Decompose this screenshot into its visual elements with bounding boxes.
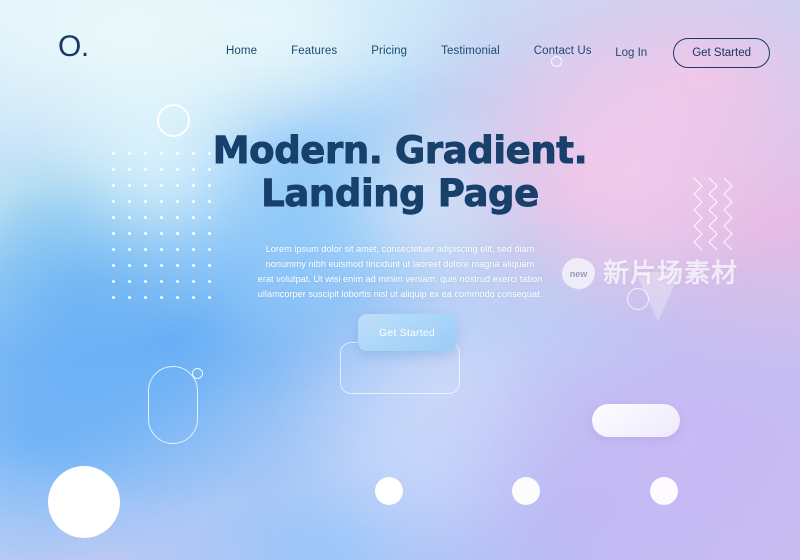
brand-logo[interactable]: O. [58,32,89,62]
hero-section: Modern. Gradient. Landing Page Lorem ips… [0,129,800,301]
gradient-blob-lavender [520,300,800,560]
circle-small-decoration-2 [512,477,540,505]
nav-item-pricing[interactable]: Pricing [371,45,407,57]
circle-outline-icon-nav [551,56,562,67]
login-link[interactable]: Log In [615,47,647,59]
nav-links: Home Features Pricing Testimonial Contac… [226,45,592,57]
page-title: Modern. Gradient. Landing Page [0,129,800,216]
headline-line-1: Modern. Gradient. [212,129,588,173]
oval-outline-decoration [148,366,198,444]
get-started-button-nav[interactable]: Get Started [673,38,770,68]
nav-item-testimonial[interactable]: Testimonial [441,45,500,57]
hero-cta-group: Get Started [340,310,470,400]
circle-large-decoration [48,466,120,538]
circle-small-decoration-1 [375,477,403,505]
get-started-button-hero[interactable]: Get Started [358,314,456,351]
nav-item-contact-us[interactable]: Contact Us [534,45,592,57]
hero-paragraph: Lorem ipsum dolor sit amet, consectetuer… [257,243,543,299]
nav-item-features[interactable]: Features [291,45,337,57]
pill-shape-decoration [592,404,680,437]
navbar: O. Home Features Pricing Testimonial Con… [0,0,800,104]
circle-small-decoration-3 [650,477,678,505]
page-background: O. Home Features Pricing Testimonial Con… [0,0,800,560]
small-circle-outline-icon [192,368,203,379]
headline-line-2: Landing Page [261,171,540,215]
nav-item-home[interactable]: Home [226,45,257,57]
nav-actions: Log In Get Started [615,38,770,68]
